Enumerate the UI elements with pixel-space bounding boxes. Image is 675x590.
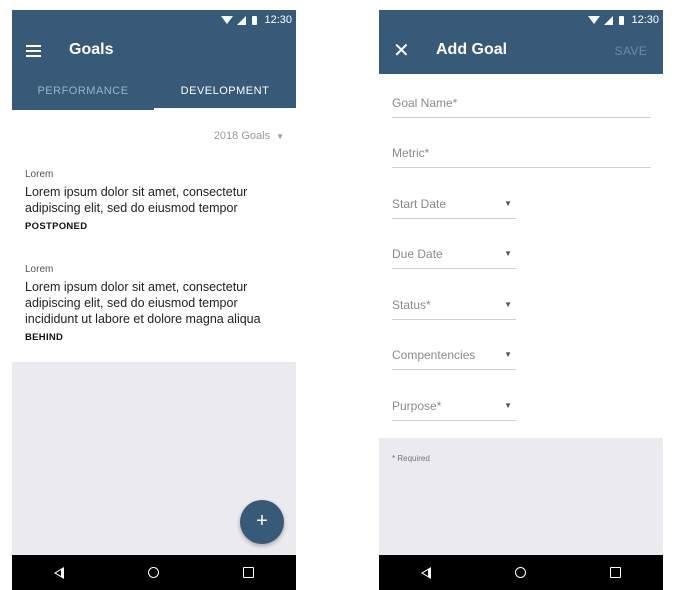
tab-bar: PERFORMANCE DEVELOPMENT bbox=[12, 74, 296, 110]
due-date-label: Due Date bbox=[392, 247, 443, 261]
recents-icon[interactable] bbox=[243, 567, 254, 578]
status-label: Status* bbox=[392, 298, 431, 312]
menu-icon[interactable] bbox=[26, 45, 41, 57]
status-select[interactable]: Status* ▼ bbox=[392, 291, 516, 320]
home-icon[interactable] bbox=[515, 567, 526, 578]
list-item[interactable]: Lorem Lorem ipsum dolor sit amet, consec… bbox=[25, 264, 285, 343]
dropdown-icon: ▼ bbox=[504, 350, 512, 359]
competencies-select[interactable]: Compentencies ▼ bbox=[392, 341, 516, 370]
signal-icon bbox=[604, 15, 614, 25]
tab-performance[interactable]: PERFORMANCE bbox=[12, 74, 154, 110]
due-date-select[interactable]: Due Date ▼ bbox=[392, 240, 516, 269]
goal-name-placeholder: Goal Name* bbox=[392, 96, 458, 110]
required-note: * Required bbox=[392, 454, 430, 463]
metric-field[interactable]: Metric* bbox=[392, 139, 651, 168]
dropdown-icon: ▼ bbox=[504, 300, 512, 309]
save-button[interactable]: SAVE bbox=[615, 44, 647, 58]
close-icon[interactable]: ✕ bbox=[393, 40, 410, 62]
add-goal-button[interactable]: + bbox=[240, 500, 284, 544]
system-nav-bar bbox=[12, 555, 296, 590]
system-nav-bar bbox=[379, 555, 663, 590]
app-bar: Goals bbox=[12, 30, 296, 74]
purpose-label: Purpose* bbox=[392, 399, 442, 413]
wifi-icon bbox=[221, 16, 234, 24]
chevron-down-icon: ▼ bbox=[276, 131, 284, 141]
app-bar: ✕ Add Goal SAVE bbox=[379, 30, 663, 74]
list-item[interactable]: Lorem Lorem ipsum dolor sit amet, consec… bbox=[25, 169, 285, 232]
goal-category: Lorem bbox=[25, 264, 54, 275]
page-title: Goals bbox=[69, 41, 114, 58]
goal-name-field[interactable]: Goal Name* bbox=[392, 89, 651, 118]
goal-description: Lorem ipsum dolor sit amet, consectetur … bbox=[25, 185, 248, 215]
battery-icon bbox=[252, 15, 258, 25]
add-goal-screen: 12:30 ✕ Add Goal SAVE Goal Name* Metric*… bbox=[379, 10, 663, 590]
dropdown-icon: ▼ bbox=[504, 401, 512, 410]
status-time: 12:30 bbox=[631, 14, 659, 26]
status-bar: 12:30 bbox=[379, 10, 663, 30]
competencies-label: Compentencies bbox=[392, 348, 476, 362]
signal-icon bbox=[237, 15, 247, 25]
start-date-select[interactable]: Start Date ▼ bbox=[392, 190, 516, 219]
status-bar: 12:30 bbox=[12, 10, 296, 30]
goals-screen: 12:30 Goals PERFORMANCE DEVELOPMENT 2018… bbox=[12, 10, 296, 590]
tab-development[interactable]: DEVELOPMENT bbox=[154, 74, 296, 110]
back-icon[interactable] bbox=[54, 566, 64, 579]
recents-icon[interactable] bbox=[610, 567, 621, 578]
goal-status: POSTPONED bbox=[25, 221, 88, 232]
battery-icon bbox=[619, 15, 625, 25]
home-icon[interactable] bbox=[148, 567, 159, 578]
back-icon[interactable] bbox=[421, 566, 431, 579]
year-filter-label: 2018 Goals bbox=[213, 130, 271, 142]
goal-description: Lorem ipsum dolor sit amet, consectetur … bbox=[25, 280, 261, 326]
goal-list: 2018 Goals ▼ Lorem Lorem ipsum dolor sit… bbox=[12, 110, 296, 362]
purpose-select[interactable]: Purpose* ▼ bbox=[392, 392, 516, 421]
wifi-icon bbox=[588, 16, 601, 24]
add-goal-form: Goal Name* Metric* Start Date ▼ Due Date… bbox=[379, 74, 663, 438]
plus-icon: + bbox=[256, 510, 268, 532]
goal-category: Lorem bbox=[25, 169, 54, 180]
dropdown-icon: ▼ bbox=[504, 199, 512, 208]
start-date-label: Start Date bbox=[392, 197, 447, 211]
dropdown-icon: ▼ bbox=[504, 249, 512, 258]
metric-placeholder: Metric* bbox=[392, 146, 430, 160]
year-filter-dropdown[interactable]: 2018 Goals ▼ bbox=[214, 130, 284, 142]
page-title: Add Goal bbox=[436, 41, 508, 58]
status-time: 12:30 bbox=[264, 14, 292, 26]
goal-status: BEHIND bbox=[25, 332, 64, 343]
